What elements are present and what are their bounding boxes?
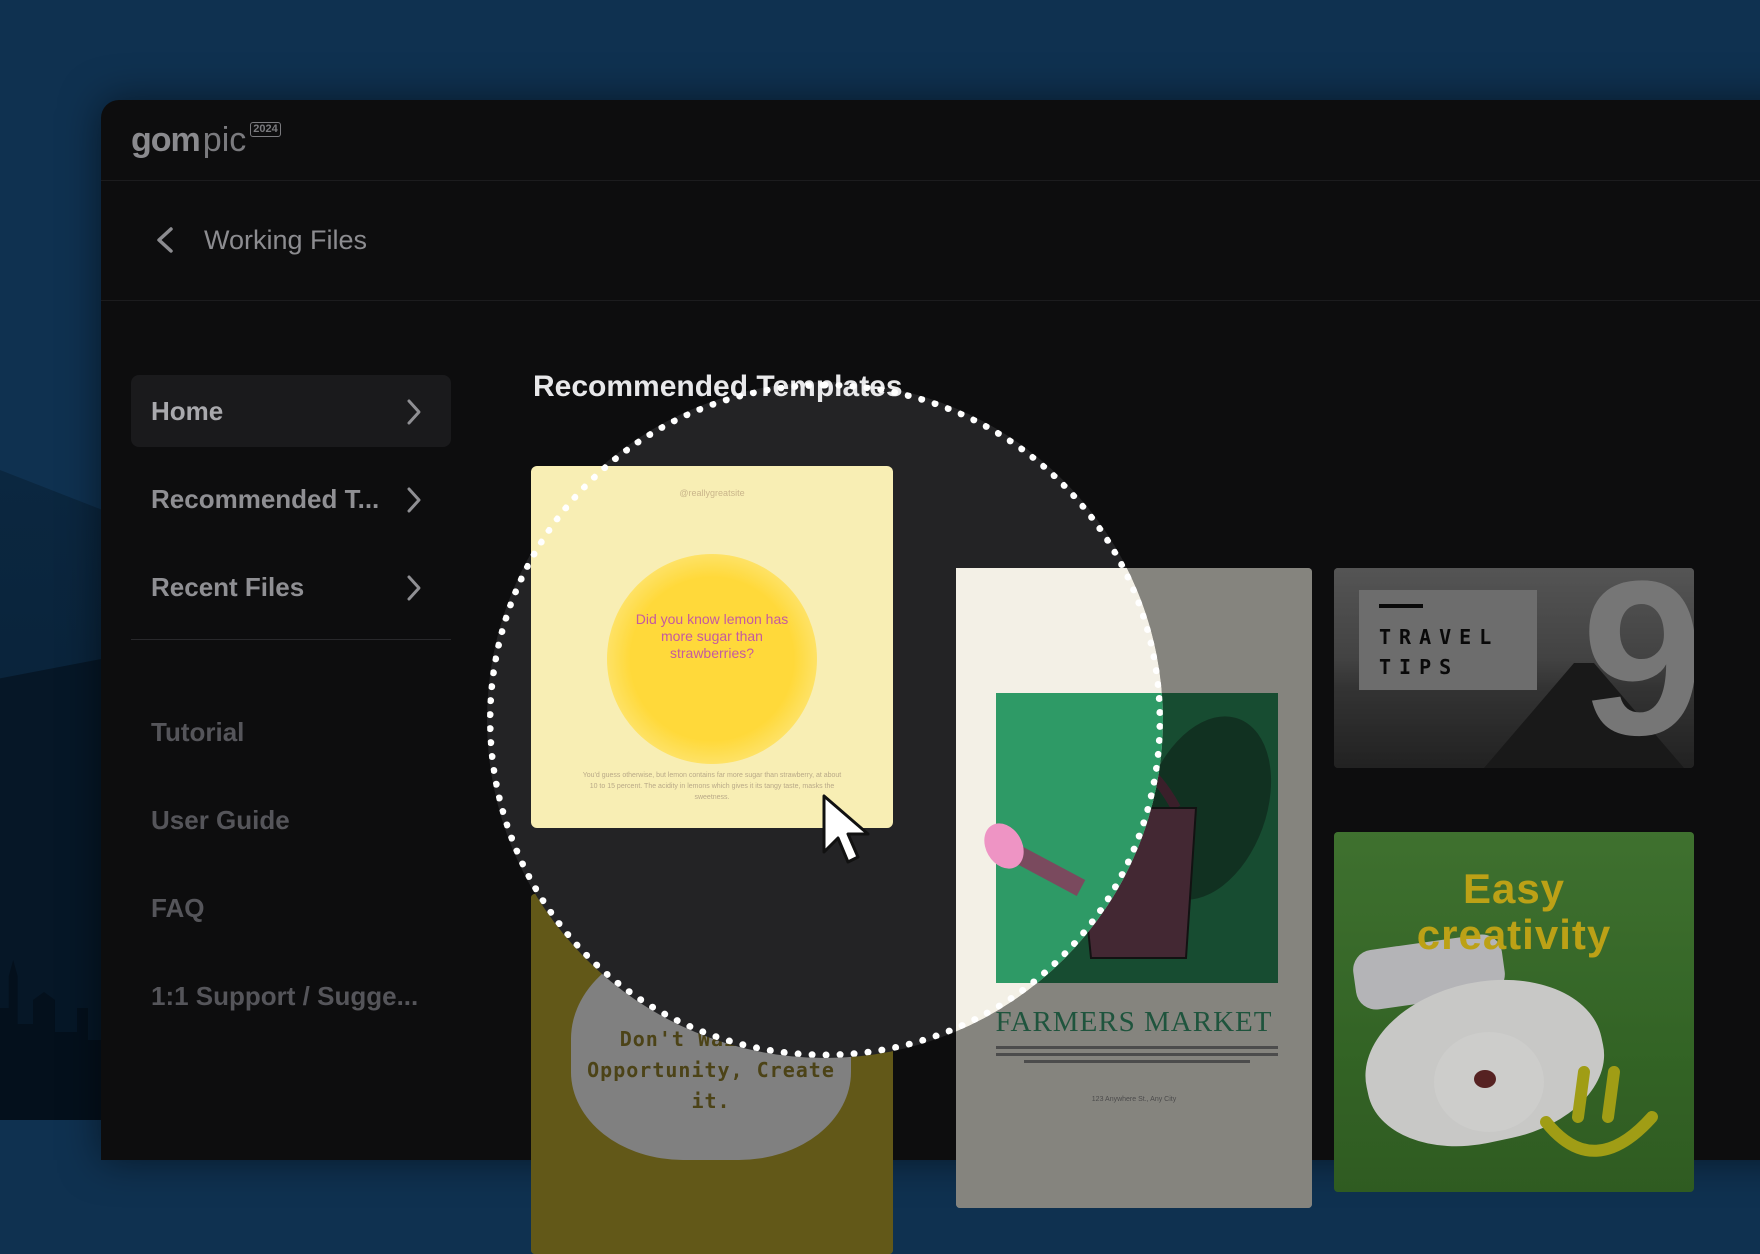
page-header: Working Files: [101, 180, 1760, 301]
mouse-cursor-icon: [822, 794, 870, 864]
sidebar-link-support[interactable]: 1:1 Support / Sugge...: [131, 952, 451, 1040]
chevron-left-icon[interactable]: [153, 225, 177, 255]
title-bar: gom pic 2024: [101, 100, 1760, 181]
sidebar-item-recent-files[interactable]: Recent Files: [131, 551, 451, 623]
sidebar-link-user-guide[interactable]: User Guide: [131, 776, 451, 864]
sidebar-link-tutorial[interactable]: Tutorial: [131, 688, 451, 776]
chevron-right-icon: [407, 575, 421, 601]
template-card-easy-creativity[interactable]: Easy creativity: [1334, 832, 1694, 1192]
section-title-recommended: Recommended Templates: [533, 370, 903, 403]
template-lemon-handle: @reallygreatsite: [679, 488, 745, 498]
travel-bar: [1379, 604, 1423, 608]
sidebar-item-recommended-templates[interactable]: Recommended T...: [131, 463, 451, 535]
sidebar-item-label: Recommended T...: [151, 483, 380, 514]
sidebar: Home Recommended T... Recent Files Tutor…: [131, 375, 451, 1040]
template-card-lemon[interactable]: @reallygreatsite Did you know lemon has …: [531, 466, 893, 828]
template-travel-number: 9: [1581, 568, 1694, 768]
template-travel-title: TRAVEL TIPS: [1379, 622, 1499, 682]
sidebar-item-home[interactable]: Home: [131, 375, 451, 447]
logo-year-badge: 2024: [250, 122, 281, 137]
chevron-right-icon: [407, 487, 421, 513]
template-lemon-body: You'd guess otherwise, but lemon contain…: [582, 772, 842, 801]
template-farmers-footer: 123 Anywhere St., Any City: [1091, 1096, 1177, 1103]
card-dim-overlay: [1334, 832, 1694, 1192]
chevron-right-icon: [407, 399, 421, 425]
template-lemon-headline: Did you know lemon has more sugar than s…: [635, 611, 789, 661]
page-title: Working Files: [204, 225, 368, 255]
sidebar-link-faq[interactable]: FAQ: [131, 864, 451, 952]
app-window: gom pic 2024 Working Files Home Recommen…: [101, 100, 1760, 1254]
travel-title-box: TRAVEL TIPS: [1359, 590, 1537, 690]
sidebar-divider: [131, 639, 451, 640]
sidebar-item-label: Home: [151, 395, 224, 426]
app-logo: gom pic 2024: [131, 122, 281, 157]
template-card-travel-tips[interactable]: 9 TRAVEL TIPS: [1334, 568, 1694, 768]
sidebar-item-label: Recent Files: [151, 571, 305, 602]
farmers-card-highlight: [956, 568, 1163, 1058]
watering-can-illustration-bright: [984, 823, 1086, 896]
travel-line-1: TRAVEL: [1379, 625, 1500, 649]
logo-brand: gom: [131, 121, 201, 159]
travel-line-2: TIPS: [1379, 655, 1460, 679]
logo-product: pic: [202, 121, 247, 159]
